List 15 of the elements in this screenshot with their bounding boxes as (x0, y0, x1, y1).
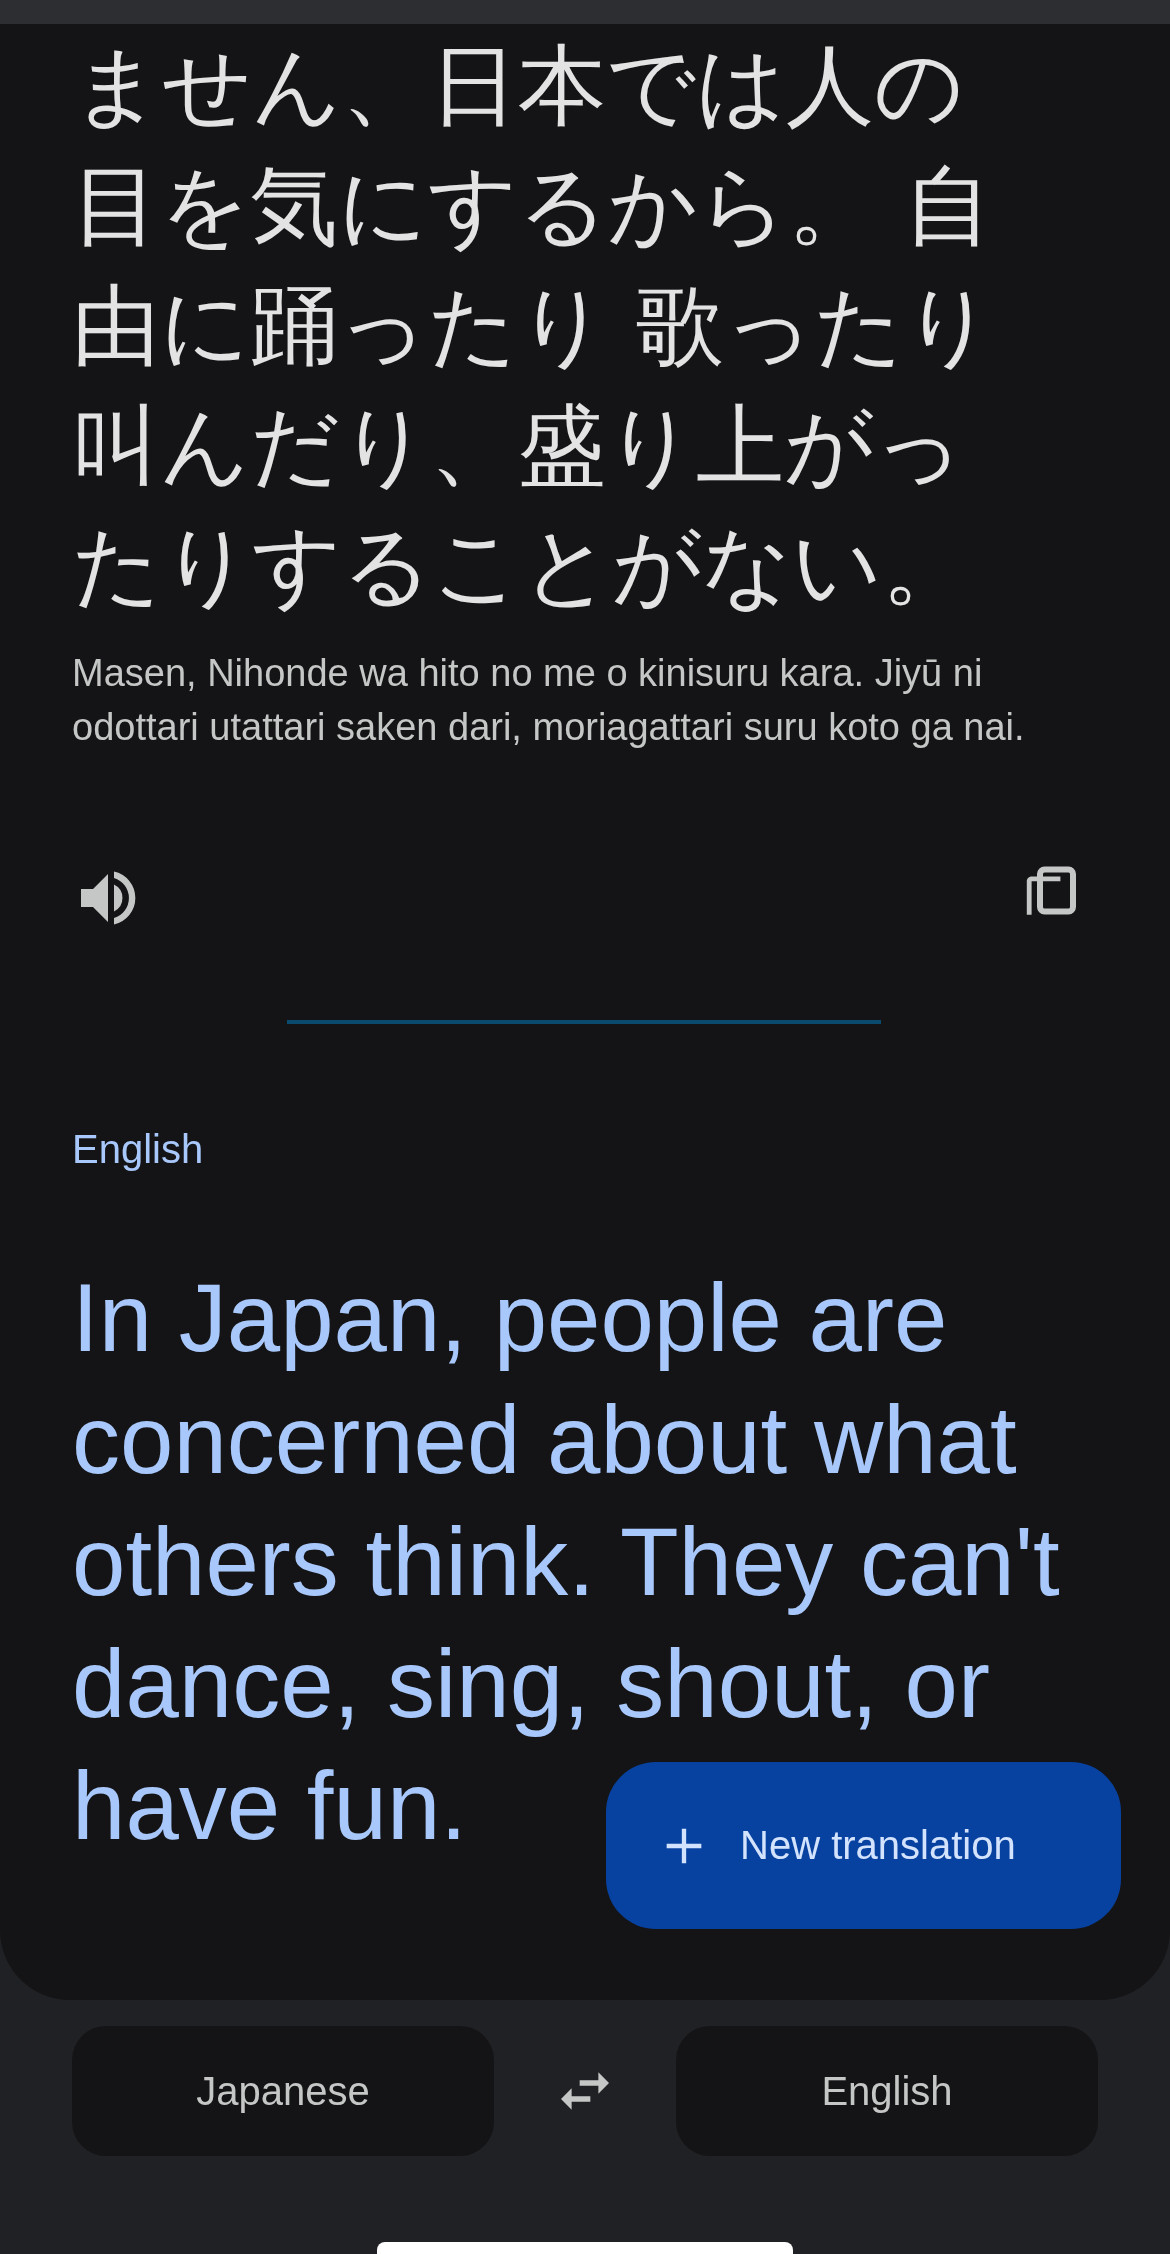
source-text-line: ません、日本では人の (72, 33, 964, 139)
source-text-line: 由に踊ったり 歌ったり (72, 273, 994, 379)
new-translation-button[interactable]: New translation (606, 1762, 1121, 1929)
source-text-line: 叫んだり、盛り上がっ (72, 393, 964, 499)
translated-text-line: have fun. (72, 1751, 467, 1861)
transliteration: Masen, Nihonde wa hito no me o kinisuru kara. Jiyū ni odottari utattari saken dari, moriagattari suru koto ga nai. (72, 651, 1026, 750)
target-language-label: English (72, 1126, 204, 1173)
source-text-line: たりすることがない。 (72, 513, 970, 619)
translated-text-line: concerned about what (72, 1385, 1017, 1495)
translated-text-line: In Japan, people are (72, 1263, 948, 1373)
target-language-button[interactable]: English (676, 2026, 1098, 2156)
translated-text-line: others think. They can't (72, 1507, 1060, 1617)
source-text-line: 目を気にするから。 自 (72, 153, 992, 259)
source-language-button[interactable]: Japanese (72, 2026, 494, 2156)
translated-text-line: dance, sing, shout, or (72, 1629, 990, 1739)
